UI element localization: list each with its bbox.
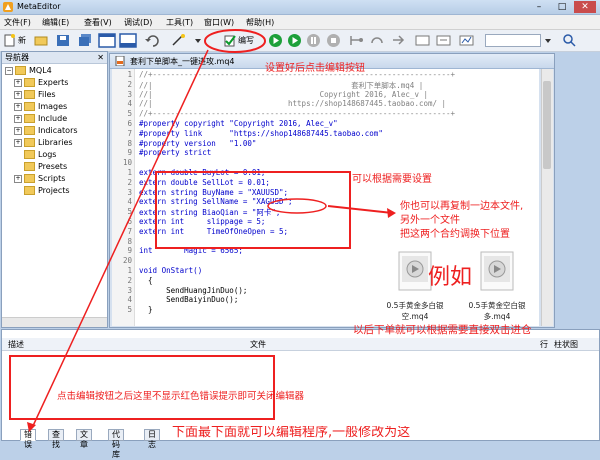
error-panel-hint-text: 点击编辑按钮之后这里不显示红色错误提示即可关闭编辑器 bbox=[57, 391, 305, 402]
copy-hint-line-2: 另外一个文件 bbox=[400, 215, 460, 226]
compile-button-highlight bbox=[204, 29, 266, 53]
arrowhead-icon bbox=[387, 208, 396, 218]
modify-hint-text: 可以根据需要设置 bbox=[352, 174, 432, 185]
double-click-hint-text: 以后下单就可以根据需要直接双击进仓 bbox=[353, 324, 532, 336]
extern-params-highlight-box bbox=[155, 171, 351, 249]
copy-hint-line-1: 你也可以再复制一边本文件, bbox=[400, 201, 524, 212]
compile-hint-text: 设置好后点击编辑按钮 bbox=[265, 63, 365, 74]
copy-hint-line-3: 把这两个合约调换下位置 bbox=[400, 229, 510, 240]
example-label: 例如 bbox=[428, 265, 473, 290]
bottom-cut-hint-text: 下面最下面就可以编辑程序,一般修改为这 bbox=[172, 426, 411, 439]
